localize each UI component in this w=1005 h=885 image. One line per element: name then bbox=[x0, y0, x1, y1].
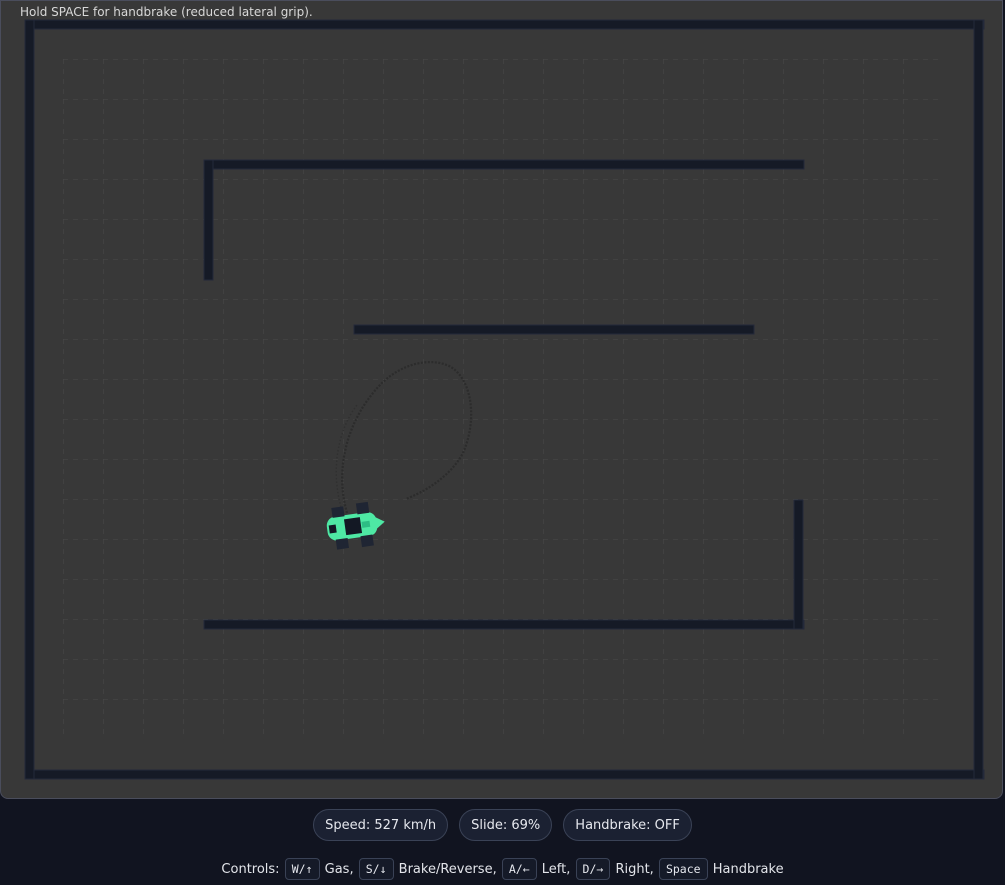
wall-bottom bbox=[24, 769, 985, 780]
car-wheel-rear-left bbox=[331, 506, 345, 518]
hud-stats: Speed: 527 km/h Slide: 69% Handbrake: OF… bbox=[0, 809, 1005, 841]
speed-readout: Speed: 527 km/h bbox=[313, 809, 449, 841]
controls-prefix: Controls: bbox=[221, 862, 280, 877]
car-spoiler bbox=[328, 524, 337, 534]
game-canvas[interactable]: Hold SPACE for handbrake (reduced latera… bbox=[0, 0, 1003, 799]
handbrake-readout: Handbrake: OFF bbox=[563, 809, 692, 841]
wall-left bbox=[24, 19, 35, 780]
wall-right bbox=[973, 19, 984, 780]
car-stripe bbox=[361, 520, 371, 528]
car-wheel-front-left bbox=[355, 501, 370, 515]
controls-legend: Controls: W/↑ Gas, S/↓ Brake/Reverse, A/… bbox=[0, 858, 1005, 880]
key-gas: W/↑ bbox=[284, 858, 320, 880]
car-wheel-front-right bbox=[360, 534, 374, 548]
key-handbrake: Space bbox=[658, 858, 708, 880]
handbrake-hint: Hold SPACE for handbrake (reduced latera… bbox=[20, 5, 313, 19]
action-gas: Gas, bbox=[324, 862, 354, 877]
wall-middle-horizontal bbox=[353, 324, 755, 335]
key-right: D/→ bbox=[575, 858, 611, 880]
car-wheel-rear-right bbox=[335, 538, 350, 550]
action-left: Left, bbox=[541, 862, 571, 877]
action-right: Right, bbox=[615, 862, 654, 877]
action-handbrake: Handbrake bbox=[712, 862, 784, 877]
key-brake: S/↓ bbox=[358, 858, 394, 880]
wall-top bbox=[24, 19, 985, 30]
arena bbox=[24, 19, 985, 780]
wall-lower-horizontal bbox=[203, 619, 805, 630]
wall-upper-horizontal bbox=[203, 159, 805, 170]
wall-lower-right-vertical bbox=[793, 499, 804, 630]
wall-upper-left-vertical bbox=[203, 159, 214, 281]
car-cockpit bbox=[343, 517, 363, 536]
action-brake: Brake/Reverse, bbox=[398, 862, 497, 877]
key-left: A/← bbox=[501, 858, 537, 880]
slide-readout: Slide: 69% bbox=[459, 809, 553, 841]
